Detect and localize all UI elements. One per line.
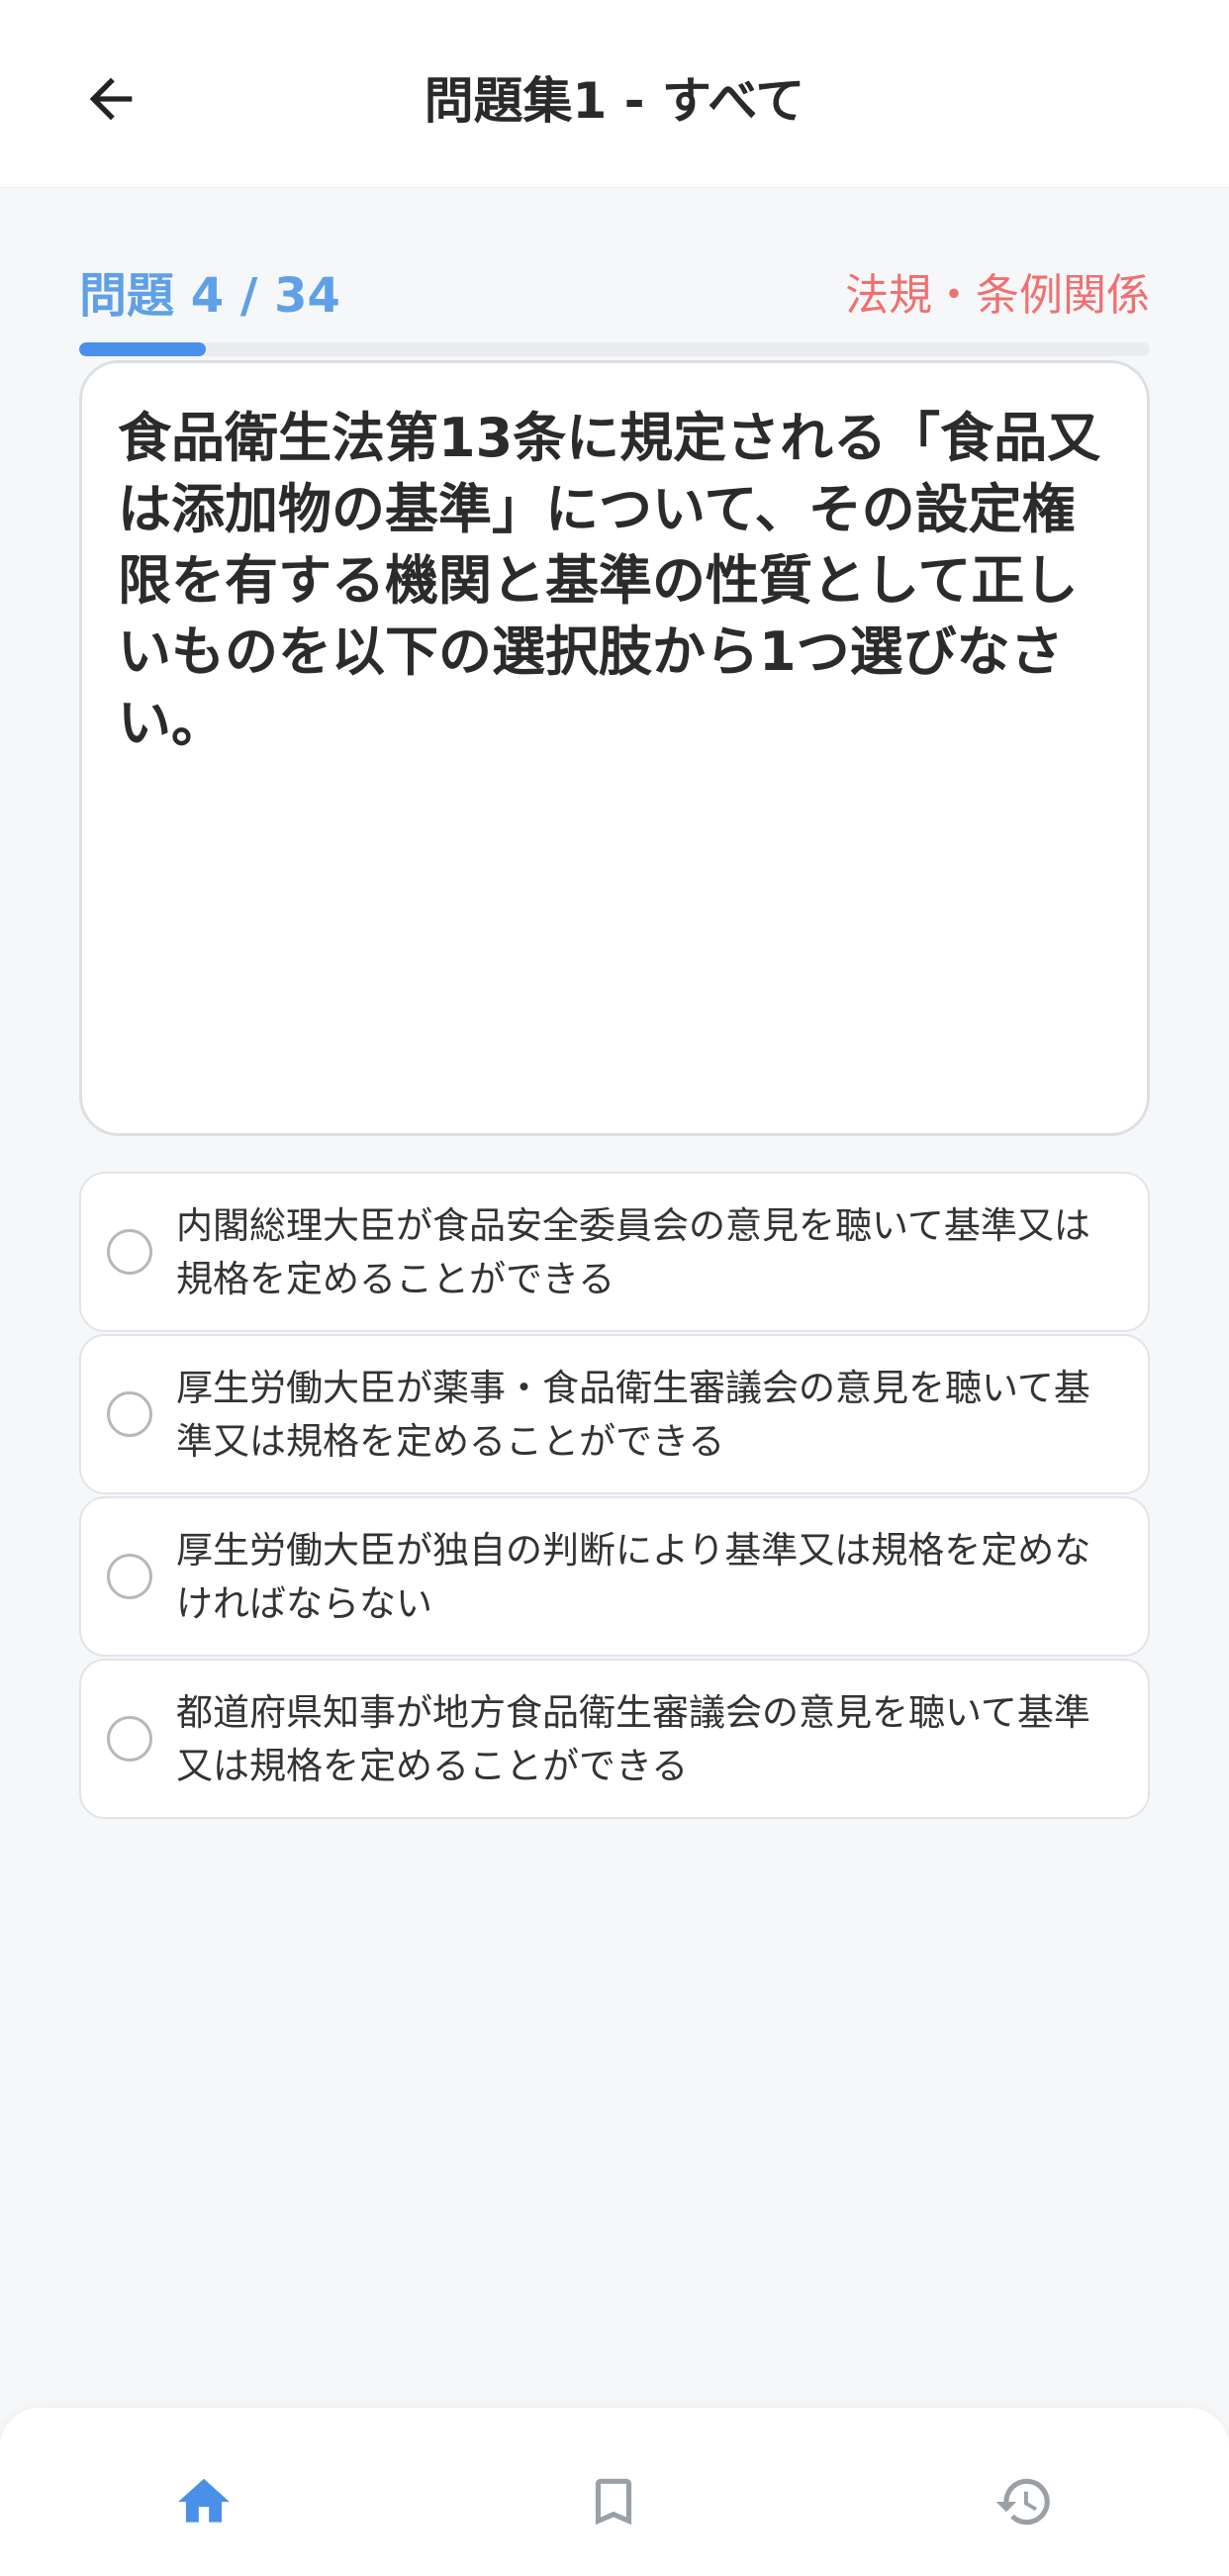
progress-bar-fill [79, 342, 206, 356]
answer-option-2[interactable]: 厚生労働大臣が薬事・食品衛生審議会の意見を聴いて基準又は規格を定めることができる [79, 1334, 1150, 1494]
answer-option-4[interactable]: 都道府県知事が地方食品衛生審議会の意見を聴いて基準又は規格を定めることができる [79, 1659, 1150, 1819]
progress-bar [79, 342, 1150, 356]
question-card: 食品衛生法第13条に規定される「食品又は添加物の基準」について、その設定権限を有… [79, 360, 1150, 1136]
progress-row: 問題 4 / 34 法規・条例関係 [79, 261, 1150, 331]
category-label: 法規・条例関係 [845, 270, 1150, 321]
history-icon [995, 2478, 1050, 2526]
radio-button[interactable] [107, 1229, 152, 1275]
question-counter: 問題 4 / 34 [79, 268, 340, 324]
answer-option-text: 厚生労働大臣が薬事・食品衛生審議会の意見を聴いて基準又は規格を定めることができる [176, 1367, 1090, 1463]
answer-option-1[interactable]: 内閣総理大臣が食品安全委員会の意見を聴いて基準又は規格を定めることができる [79, 1172, 1150, 1332]
bookmark-icon [595, 2478, 632, 2526]
nav-bookmark[interactable] [569, 2457, 658, 2546]
radio-button[interactable] [107, 1391, 152, 1437]
answer-option-text: 内閣総理大臣が食品安全委員会の意見を聴いて基準又は規格を定めることができる [176, 1204, 1090, 1300]
answer-option-text: 都道府県知事が地方食品衛生審議会の意見を聴いて基準又は規格を定めることができる [176, 1691, 1090, 1787]
radio-button[interactable] [107, 1554, 152, 1599]
bottom-navigation [0, 2408, 1229, 2576]
nav-home[interactable] [159, 2457, 248, 2546]
answer-options: 内閣総理大臣が食品安全委員会の意見を聴いて基準又は規格を定めることができる 厚生… [79, 1172, 1150, 1821]
answer-option-3[interactable]: 厚生労働大臣が独自の判断により基準又は規格を定めなければならない [79, 1496, 1150, 1657]
page-title: 問題集1 - すべて [424, 72, 805, 130]
question-text: 食品衛生法第13条に規定される「食品又は添加物の基準」について、その設定権限を有… [118, 407, 1101, 754]
app-header: 問題集1 - すべて [0, 0, 1229, 188]
answer-option-text: 厚生労働大臣が独自の判断により基準又は規格を定めなければならない [176, 1529, 1091, 1625]
nav-history[interactable] [980, 2457, 1069, 2546]
radio-button[interactable] [107, 1716, 152, 1762]
home-icon [178, 2478, 230, 2523]
